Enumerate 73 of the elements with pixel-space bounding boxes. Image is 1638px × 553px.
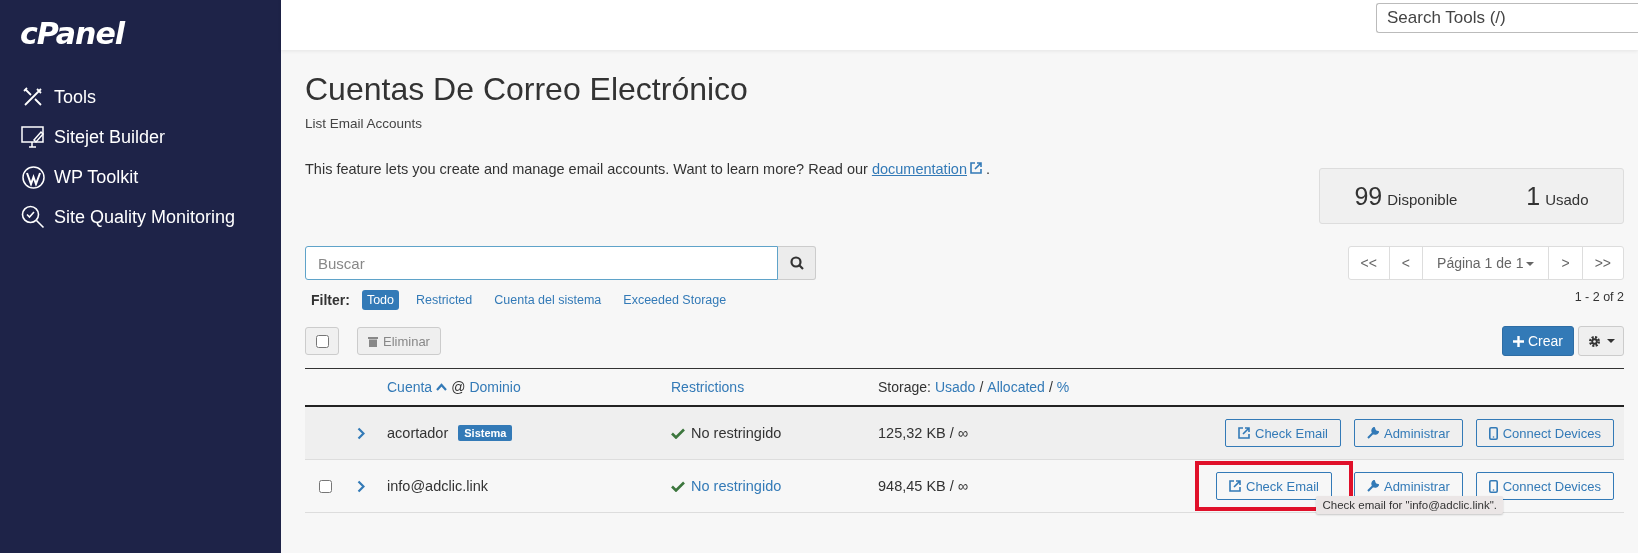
filter-option[interactable]: Todo bbox=[361, 290, 399, 310]
row-checkbox[interactable] bbox=[319, 479, 332, 493]
phone-icon bbox=[1488, 479, 1498, 493]
header-text: / bbox=[1048, 379, 1053, 395]
header-text: / bbox=[979, 379, 984, 395]
documentation-link[interactable]: documentation bbox=[871, 161, 982, 177]
account-name: acortador bbox=[387, 425, 449, 441]
stat-number: 1 bbox=[1526, 181, 1541, 210]
sort-link[interactable]: % bbox=[1056, 379, 1070, 395]
monitor-pencil-icon bbox=[21, 126, 45, 148]
sort-ascending-icon bbox=[436, 383, 448, 391]
result-range: 1 - 2 of 2 bbox=[1573, 290, 1624, 304]
header-text: Storage: bbox=[878, 379, 931, 395]
account-name: info@adclic.link bbox=[387, 478, 488, 494]
sort-link[interactable]: Allocated bbox=[987, 379, 1045, 395]
search-button[interactable] bbox=[778, 246, 816, 280]
external-link-icon bbox=[1238, 427, 1250, 439]
system-badge: Sistema bbox=[458, 425, 513, 441]
page-subtitle: List Email Accounts bbox=[305, 116, 423, 131]
filter-label: Filter: bbox=[311, 292, 350, 308]
stat-number: 99 bbox=[1354, 181, 1383, 210]
sidebar-item[interactable]: Sitejet Builder bbox=[20, 117, 281, 157]
checkmark-icon bbox=[671, 480, 685, 492]
storage-usage: 948,45 KB / ∞ bbox=[878, 478, 969, 494]
phone-icon bbox=[1488, 426, 1498, 440]
check-email-button[interactable]: Check Email bbox=[1216, 472, 1332, 500]
expand-chevron-icon[interactable] bbox=[357, 426, 365, 440]
feature-description: This feature lets you create and manage email accounts. Want to learn more? Read our documentation . bbox=[305, 161, 991, 177]
magnifier-check-icon bbox=[21, 205, 45, 229]
plus-icon bbox=[1513, 335, 1524, 347]
search-icon bbox=[789, 256, 804, 270]
create-button[interactable]: Crear bbox=[1502, 326, 1574, 356]
sort-link[interactable]: Cuenta bbox=[387, 379, 433, 395]
next-page-button[interactable]: > bbox=[1548, 246, 1583, 280]
tooltip: Check email for "info@adclic.link". bbox=[1316, 496, 1503, 514]
restriction-status: No restringido bbox=[691, 425, 782, 441]
manage-button[interactable]: Administrar bbox=[1353, 419, 1463, 447]
sidebar-item[interactable]: WP Toolkit bbox=[20, 157, 281, 197]
restriction-link[interactable]: No restringido bbox=[691, 478, 782, 494]
sidebar-item[interactable]: Site Quality Monitoring bbox=[20, 197, 281, 237]
first-page-button[interactable]: << bbox=[1347, 246, 1390, 280]
settings-button[interactable] bbox=[1578, 326, 1624, 356]
sort-link[interactable]: Restrictions bbox=[671, 379, 745, 395]
connect-devices-button[interactable]: Connect Devices bbox=[1475, 419, 1614, 447]
stat-label: Disponible bbox=[1387, 190, 1458, 208]
sidebar-item[interactable]: Tools bbox=[20, 77, 281, 117]
external-link-icon bbox=[1229, 480, 1241, 492]
search-field[interactable]: Buscar bbox=[305, 246, 778, 280]
tools-icon bbox=[22, 86, 44, 108]
last-page-button[interactable]: >> bbox=[1581, 246, 1624, 280]
wrench-icon bbox=[1366, 480, 1379, 492]
trash-icon bbox=[368, 335, 378, 347]
sort-link[interactable]: Usado bbox=[934, 379, 976, 395]
select-all-button[interactable] bbox=[305, 327, 339, 355]
settings-icon bbox=[1587, 334, 1601, 348]
wordpress-icon bbox=[21, 165, 45, 189]
wrench-icon bbox=[1366, 427, 1379, 439]
filter-option[interactable]: Exceeded Storage bbox=[618, 290, 732, 310]
stat-label: Usado bbox=[1545, 190, 1589, 208]
checkmark-icon bbox=[671, 427, 685, 439]
cpanel-logo[interactable]: cPanel bbox=[20, 16, 125, 51]
external-link-icon bbox=[970, 162, 982, 174]
filter-option[interactable]: Cuenta del sistema bbox=[489, 290, 607, 310]
header-text: @ bbox=[451, 379, 466, 395]
filter-option[interactable]: Restricted bbox=[411, 290, 478, 310]
page-title: Cuentas De Correo Electrónico bbox=[305, 71, 748, 108]
expand-chevron-icon[interactable] bbox=[357, 479, 365, 493]
storage-usage: 125,32 KB / ∞ bbox=[878, 425, 969, 441]
search-tools-field[interactable]: Search Tools (/) bbox=[1376, 3, 1638, 33]
select-all-checkbox[interactable] bbox=[315, 334, 329, 348]
page-dropdown[interactable]: Página 1 de 1 bbox=[1422, 246, 1550, 280]
check-email-button[interactable]: Check Email bbox=[1225, 419, 1341, 447]
sort-link[interactable]: Dominio bbox=[469, 379, 521, 395]
